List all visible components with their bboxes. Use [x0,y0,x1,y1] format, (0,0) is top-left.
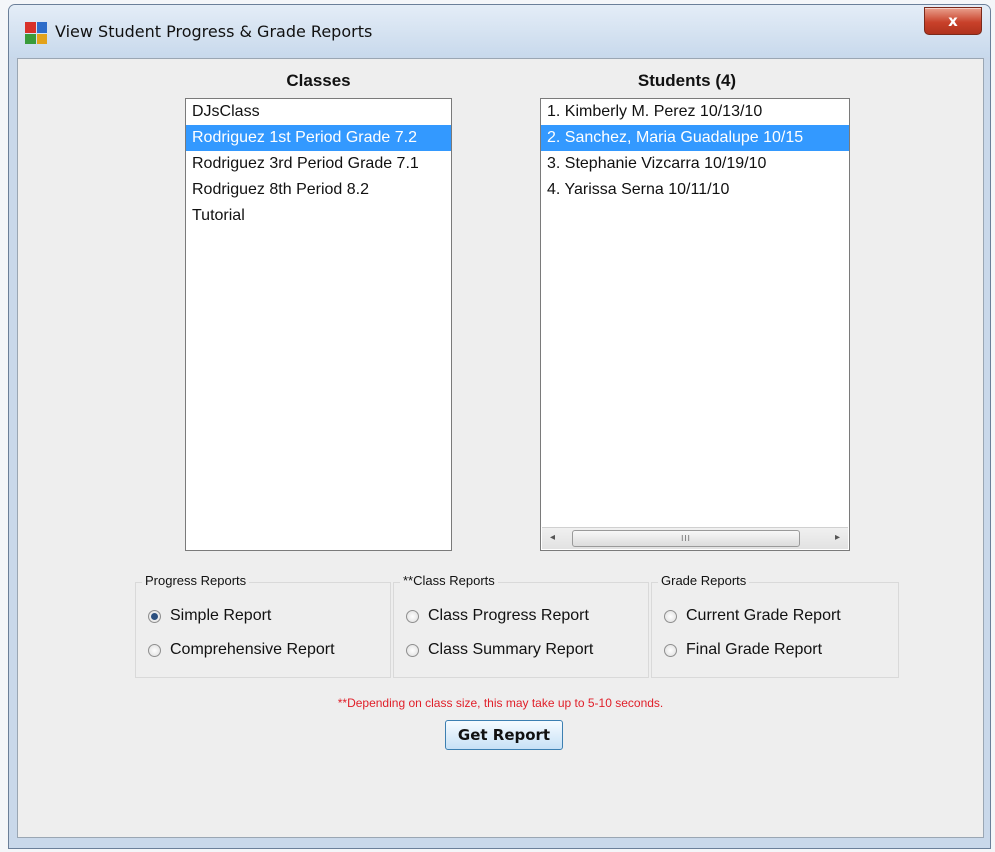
class-item-rodriguez-3rd-period[interactable]: Rodriguez 3rd Period Grade 7.1 [186,151,451,177]
class-summary-report-radio[interactable] [406,643,419,657]
scroll-left-arrow-icon[interactable]: ◂ [550,532,555,543]
students-heading: Students (4) [637,71,737,90]
class-reports-label: **Class Reports [400,573,498,588]
grade-reports-group: Grade Reports Current Grade Report Final… [651,573,899,678]
class-item-rodriguez-8th-period[interactable]: Rodriguez 8th Period 8.2 [186,177,451,203]
class-reports-group: **Class Reports Class Progress Report Cl… [393,573,649,678]
window-title: View Student Progress & Grade Reports [55,22,373,41]
student-item-kimberly-perez[interactable]: 1. Kimberly M. Perez 10/13/10 [541,99,849,125]
class-item-rodriguez-1st-period[interactable]: Rodriguez 1st Period Grade 7.2 [186,125,451,151]
grade-reports-label: Grade Reports [658,573,750,588]
final-grade-report-radio[interactable] [664,643,677,657]
app-icon [25,22,47,44]
simple-report-label: Simple Report [170,607,272,624]
progress-reports-group: Progress Reports Simple Report Comprehen… [135,573,391,678]
close-icon: x [948,12,958,30]
get-report-button[interactable]: Get Report [445,720,563,750]
current-grade-report-radio[interactable] [664,609,677,623]
progress-reports-label: Progress Reports [142,573,250,588]
final-grade-report-option[interactable]: Final Grade Report [664,641,822,659]
current-grade-report-option[interactable]: Current Grade Report [664,607,841,625]
student-item-stephanie-vizcarra[interactable]: 3. Stephanie Vizcarra 10/19/10 [541,151,849,177]
classes-list[interactable]: DJsClass Rodriguez 1st Period Grade 7.2 … [185,98,452,551]
processing-time-note: **Depending on class size, this may take… [337,696,664,710]
class-summary-report-option[interactable]: Class Summary Report [406,641,593,659]
final-grade-report-label: Final Grade Report [686,641,823,658]
students-horizontal-scrollbar[interactable]: ◂ III ▸ [542,527,848,549]
classes-heading: Classes [286,71,351,90]
students-list[interactable]: 1. Kimberly M. Perez 10/13/10 2. Sanchez… [540,98,850,551]
comprehensive-report-radio[interactable] [148,643,161,657]
scrollbar-thumb[interactable]: III [572,530,800,547]
class-progress-report-radio[interactable] [406,609,419,623]
scroll-right-arrow-icon[interactable]: ▸ [835,532,840,543]
class-progress-report-option[interactable]: Class Progress Report [406,607,589,625]
class-progress-report-label: Class Progress Report [428,607,589,624]
simple-report-option[interactable]: Simple Report [148,607,271,625]
class-summary-report-label: Class Summary Report [428,641,594,658]
close-button[interactable]: x [924,7,982,35]
dialog-content: Classes Students (4) DJsClass Rodriguez … [17,58,984,838]
current-grade-report-label: Current Grade Report [686,607,841,624]
class-item-tutorial[interactable]: Tutorial [186,203,451,229]
title-bar[interactable]: View Student Progress & Grade Reports x [9,5,990,57]
dialog-window: View Student Progress & Grade Reports x … [8,4,991,849]
student-item-yarissa-serna[interactable]: 4. Yarissa Serna 10/11/10 [541,177,849,203]
class-item-djsclass[interactable]: DJsClass [186,99,451,125]
simple-report-radio[interactable] [148,609,161,623]
student-item-maria-sanchez[interactable]: 2. Sanchez, Maria Guadalupe 10/15 [541,125,849,151]
comprehensive-report-label: Comprehensive Report [170,641,335,658]
comprehensive-report-option[interactable]: Comprehensive Report [148,641,335,659]
